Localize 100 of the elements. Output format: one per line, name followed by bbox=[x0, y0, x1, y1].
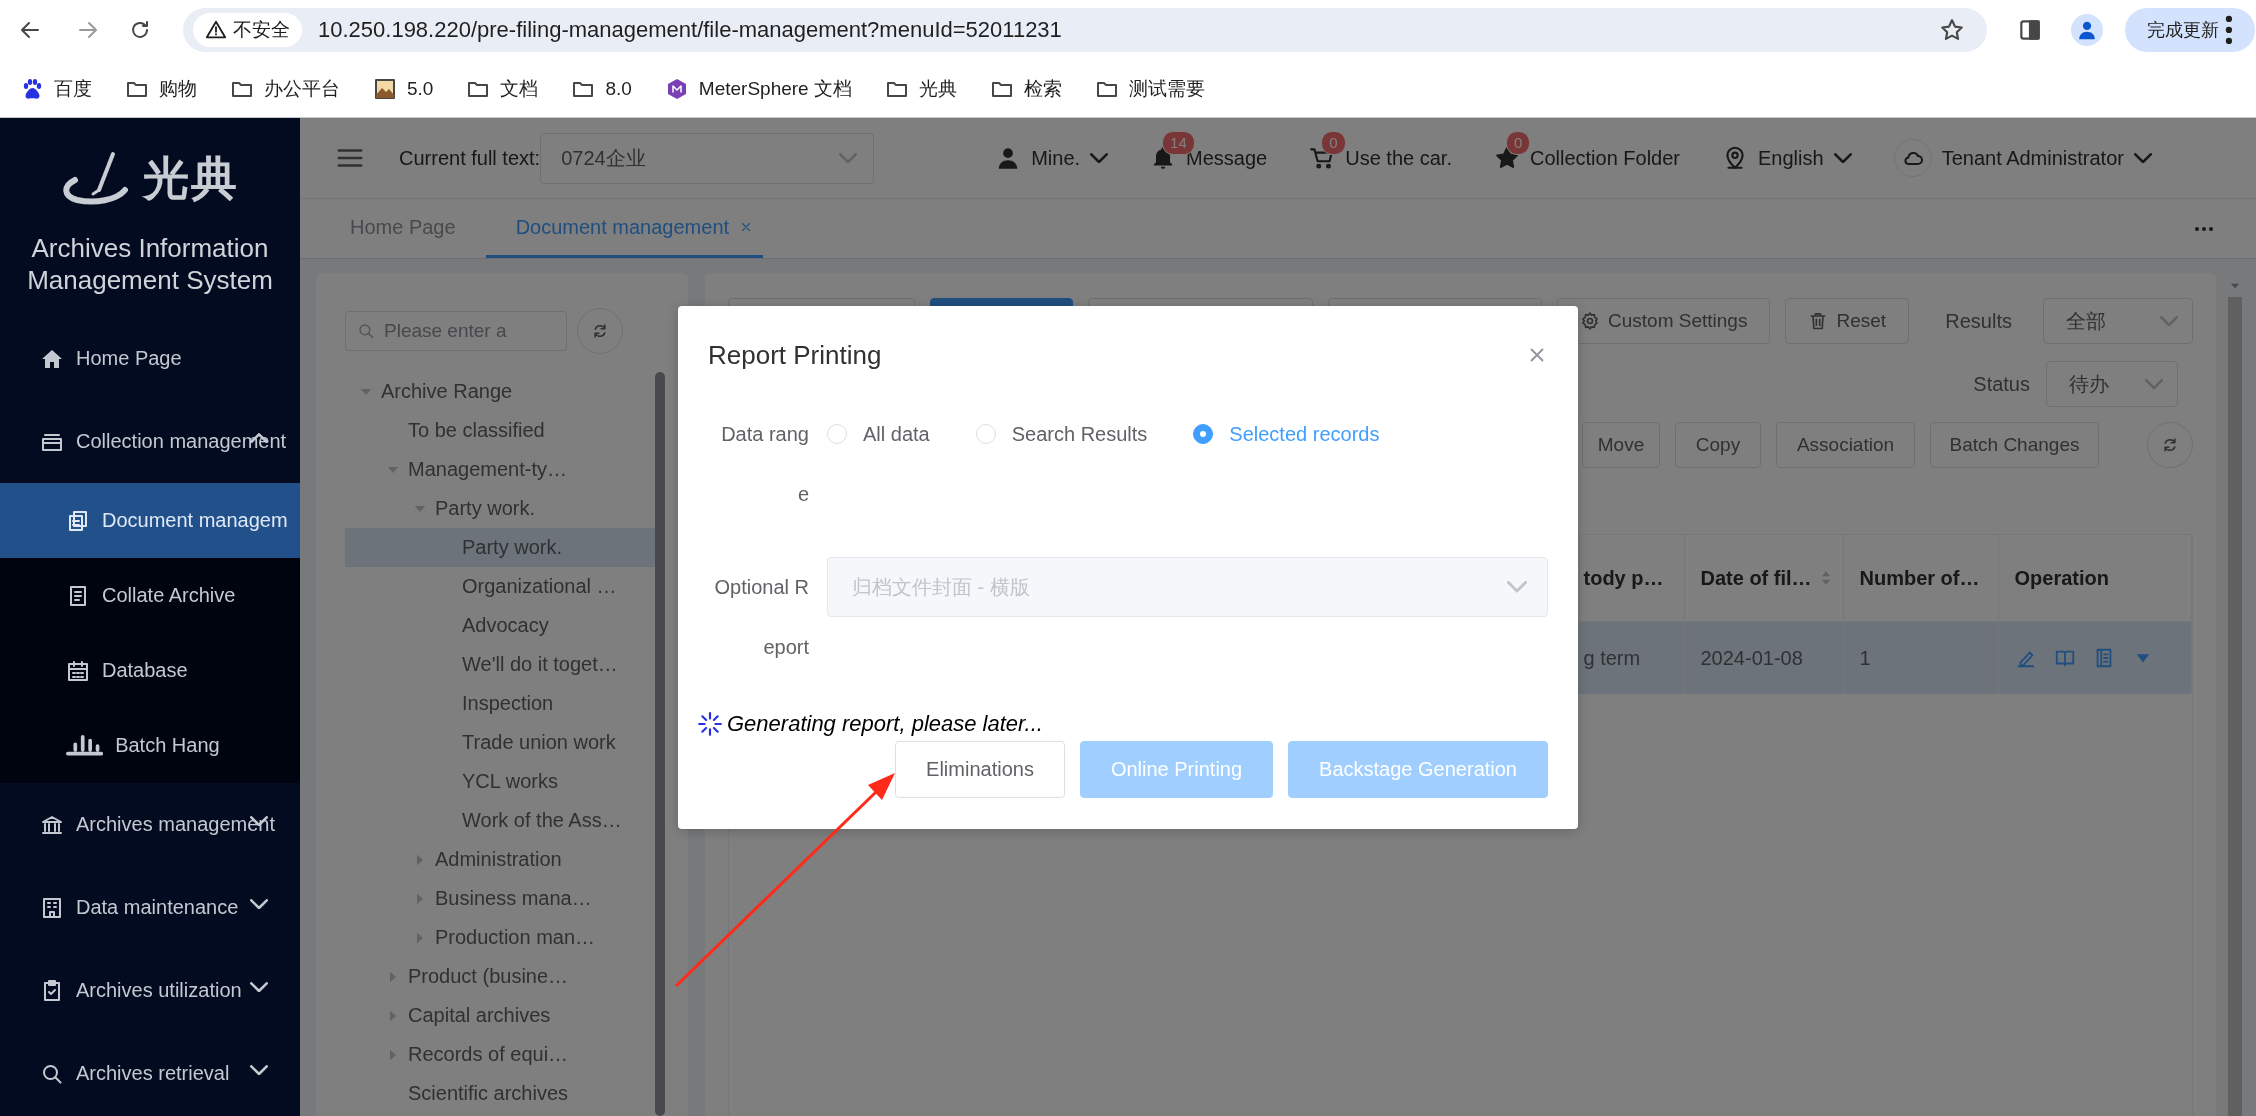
menu-item[interactable]: Collection management bbox=[0, 400, 300, 483]
scrollbar-thumb[interactable] bbox=[655, 372, 665, 1116]
tree-item[interactable]: We'll do it toget… bbox=[345, 645, 655, 684]
warning-icon bbox=[205, 19, 227, 41]
menu-item[interactable]: Archives utilization bbox=[0, 949, 300, 1032]
security-chip[interactable]: 不安全 bbox=[193, 13, 302, 47]
bookmark[interactable]: 8.0 bbox=[571, 76, 632, 101]
tree-item[interactable]: Capital archives bbox=[345, 996, 655, 1035]
bookmark[interactable]: 办公平台 bbox=[230, 75, 340, 102]
address-bar[interactable]: 不安全 10.250.198.220/pre-filing-management/file-management?menuId=52011231 bbox=[183, 8, 1987, 52]
calendar-icon bbox=[66, 658, 90, 683]
side-panel-icon[interactable] bbox=[2017, 17, 2043, 43]
tree-item[interactable]: Party work. bbox=[345, 528, 655, 567]
favorites-link[interactable]: Collection Folder bbox=[1529, 146, 1681, 170]
column-header: Number of… bbox=[1859, 566, 1980, 590]
toolbar-button[interactable]: Association bbox=[1776, 422, 1915, 468]
field-label: Data range bbox=[720, 422, 809, 507]
cart-link[interactable]: Use the car. bbox=[1345, 146, 1452, 170]
menu-item[interactable]: Document managem bbox=[0, 483, 300, 558]
image-icon bbox=[373, 76, 397, 101]
field-label: Optional Report bbox=[713, 575, 809, 660]
toolbar-button[interactable]: Copy bbox=[1675, 422, 1761, 468]
star-icon[interactable] bbox=[1939, 17, 1965, 43]
person-icon bbox=[2076, 19, 2098, 41]
scrollbar-thumb[interactable] bbox=[2228, 297, 2242, 1116]
radio-label[interactable]: All data bbox=[863, 422, 930, 446]
profile-avatar[interactable] bbox=[2071, 14, 2103, 46]
column-header: tody p… bbox=[1583, 566, 1664, 590]
refresh-button[interactable] bbox=[577, 308, 623, 354]
filter-label: Results bbox=[1945, 309, 2012, 333]
tree-item[interactable]: Business mana… bbox=[345, 879, 655, 918]
language-menu[interactable]: English bbox=[1758, 146, 1824, 170]
toolbar-button[interactable]: Move bbox=[1582, 422, 1660, 468]
tree-item[interactable]: Product (busine… bbox=[345, 957, 655, 996]
bookmark[interactable]: 检索 bbox=[989, 75, 1062, 102]
documents-icon bbox=[66, 508, 90, 533]
tree-item[interactable]: Production man… bbox=[345, 918, 655, 957]
tree-item[interactable]: To be classified bbox=[345, 411, 655, 450]
menu-item[interactable]: Collate Archive bbox=[0, 558, 300, 633]
tree-item[interactable]: Work of the Ass… bbox=[345, 801, 655, 840]
status-select[interactable]: 待办 bbox=[2046, 361, 2178, 407]
fulltext-select[interactable]: 0724企业 bbox=[540, 132, 875, 184]
chevron-icon[interactable] bbox=[1090, 152, 1109, 164]
bookmark[interactable]: 5.0 bbox=[373, 76, 434, 101]
user-menu[interactable]: Mine. bbox=[1031, 146, 1081, 170]
search-field[interactable]: Please enter a bbox=[345, 311, 567, 351]
table-cell: 1 bbox=[1843, 621, 1998, 694]
tree-item[interactable]: Scientific archives bbox=[345, 1074, 655, 1113]
tree-item[interactable]: Management-ty… bbox=[345, 450, 655, 489]
menu-item[interactable]: Batch Hang bbox=[0, 708, 300, 783]
bookmark[interactable]: 光典 bbox=[884, 75, 957, 102]
menu-item[interactable]: Archives management bbox=[0, 783, 300, 866]
menu-item[interactable]: Archives retrieval bbox=[0, 1032, 300, 1115]
spinner-icon bbox=[697, 711, 723, 737]
dialog-title: Report Printing bbox=[708, 339, 882, 371]
radio-button[interactable] bbox=[1193, 424, 1214, 444]
field-label: Current full text: bbox=[399, 146, 541, 170]
chevron-icon bbox=[1507, 581, 1527, 593]
column-header: Date of fil… bbox=[1700, 566, 1812, 590]
tree-item[interactable]: YCL works bbox=[345, 762, 655, 801]
results-select[interactable]: 全部 bbox=[2043, 298, 2193, 344]
bookmark[interactable]: 文档 bbox=[466, 75, 539, 102]
gear-icon bbox=[1580, 311, 1600, 331]
url-text: 10.250.198.220/pre-filing-management/file-management?menuId=52011231 bbox=[318, 17, 1062, 43]
dialog-button[interactable]: Eliminations bbox=[895, 741, 1065, 798]
bookmark[interactable]: MeterSphere 文档 bbox=[664, 75, 852, 102]
refresh-icon bbox=[2161, 436, 2179, 454]
toolbar-button[interactable]: Batch Changes bbox=[1930, 422, 2099, 468]
toolbar-button[interactable]: Reset bbox=[1785, 298, 1910, 344]
tree-item[interactable]: Administration bbox=[345, 840, 655, 879]
radio-label[interactable]: Search Results bbox=[1011, 422, 1148, 446]
count-badge: 0 bbox=[1321, 131, 1346, 155]
system-title: Archives Information Management System bbox=[26, 232, 274, 296]
chevron-icon bbox=[2160, 315, 2178, 327]
refresh-button[interactable] bbox=[2147, 422, 2193, 468]
chevron-icon[interactable] bbox=[2133, 152, 2152, 164]
tab[interactable]: Document management bbox=[485, 199, 764, 258]
chevron-icon bbox=[2145, 378, 2163, 390]
radio-label[interactable]: Selected records bbox=[1229, 422, 1380, 446]
menu-item[interactable]: Home Page bbox=[0, 317, 300, 400]
tree-item[interactable]: Organizational … bbox=[345, 567, 655, 606]
tree-item[interactable]: Inspection bbox=[345, 684, 655, 723]
refresh-icon bbox=[591, 322, 609, 340]
update-button[interactable]: 完成更新 bbox=[2125, 8, 2255, 52]
tree-item[interactable]: Trade union work bbox=[345, 723, 655, 762]
table-cell: 2024-01-08 bbox=[1684, 621, 1843, 694]
bookmark[interactable]: 百度 bbox=[20, 75, 92, 102]
menu-item[interactable]: Data maintenance bbox=[0, 866, 300, 949]
chevron-icon[interactable] bbox=[1833, 152, 1852, 164]
tree-item[interactable]: Party work. bbox=[345, 489, 655, 528]
bookmark[interactable]: 购物 bbox=[125, 75, 197, 102]
menu-item[interactable]: Database bbox=[0, 633, 300, 708]
tree-item[interactable]: Advocacy bbox=[345, 606, 655, 645]
tree-item[interactable]: Records of equi… bbox=[345, 1035, 655, 1074]
toolbar-button[interactable]: Custom Settings bbox=[1557, 298, 1771, 344]
tree-item[interactable]: Archive Range bbox=[345, 372, 655, 411]
tenant-menu[interactable]: Tenant Administrator bbox=[1941, 146, 2124, 170]
building-icon bbox=[40, 895, 64, 920]
table-cell: g term bbox=[1579, 621, 1684, 694]
bookmark[interactable]: 测试需要 bbox=[1094, 75, 1205, 102]
